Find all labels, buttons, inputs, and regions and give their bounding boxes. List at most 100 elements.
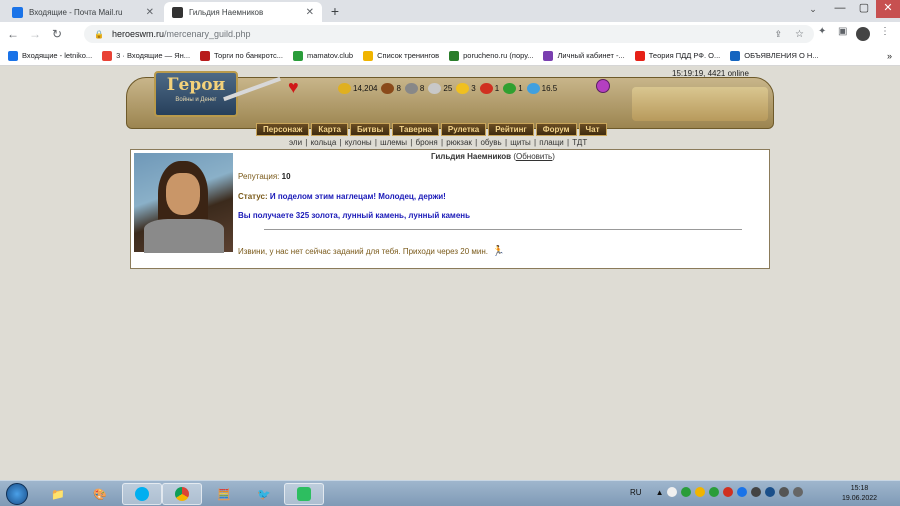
bookmark-item[interactable]: mamatov.club xyxy=(292,50,353,61)
guild-panel: Гильдия Наемников (Обновить) Репутация: … xyxy=(130,149,770,269)
bookmark-favicon xyxy=(102,50,113,61)
resource-gems: 1 xyxy=(503,82,523,94)
language-indicator[interactable]: RU xyxy=(630,488,642,497)
extensions-icon[interactable]: ✦ xyxy=(818,26,826,37)
bookmark-label: ОБЪЯВЛЕНИЯ О Н... xyxy=(744,51,819,60)
mercury-icon xyxy=(428,82,442,94)
address-bar[interactable]: 🔒 heroeswm.ru /mercenary_guild.php ⇪ ☆ xyxy=(84,25,814,43)
bookmark-item[interactable]: Теория ПДД РФ. О... xyxy=(634,50,720,61)
heart-icon[interactable]: ♥ xyxy=(288,77,299,98)
bookmark-item[interactable]: Личный кабинет -... xyxy=(543,50,625,61)
tray-app-icon[interactable] xyxy=(695,487,706,497)
tray-app-icon[interactable] xyxy=(765,487,776,497)
bookmark-item[interactable]: 3 · Входящие — Ян... xyxy=(102,50,190,61)
bookmark-item[interactable]: Входящие - letniko... xyxy=(8,50,92,61)
resource-value: 8 xyxy=(396,83,401,93)
url-path: /mercenary_guild.php xyxy=(164,29,251,39)
refresh-link[interactable]: Обновить xyxy=(516,152,552,161)
tray-expand-icon[interactable]: ▲ xyxy=(656,488,664,497)
share-icon[interactable]: ⇪ xyxy=(774,29,782,40)
resource-crystal: 1 xyxy=(479,82,499,94)
logo-title: Герои xyxy=(166,75,226,95)
tray-app-icon[interactable] xyxy=(737,487,748,497)
submenu-item[interactable]: шлемы xyxy=(380,138,407,147)
submenu-item[interactable]: плащи xyxy=(539,138,564,147)
menu-chat[interactable]: Чат xyxy=(578,123,607,136)
tray-app-icon[interactable] xyxy=(681,487,692,497)
menu-map[interactable]: Карта xyxy=(311,123,348,136)
tray-app-icon[interactable] xyxy=(723,487,734,497)
portrait-face xyxy=(166,173,200,215)
back-icon[interactable]: ← xyxy=(4,27,22,41)
avatar[interactable] xyxy=(856,27,870,41)
sidepanel-icon[interactable]: ▣ xyxy=(838,26,847,37)
reload-icon[interactable]: ↻ xyxy=(48,27,66,41)
tray-app-icon[interactable] xyxy=(667,487,678,497)
resource-value: 25 xyxy=(443,83,453,93)
menu-rating[interactable]: Рейтинг xyxy=(488,123,534,136)
start-button[interactable] xyxy=(6,483,28,505)
tab-search-button[interactable]: ⌄ xyxy=(805,4,821,18)
bookmark-item[interactable]: porucheno.ru (пору... xyxy=(449,50,534,61)
running-man-icon: 🏃 xyxy=(492,246,505,257)
minimize-button[interactable]: — xyxy=(828,0,852,18)
menu-forum[interactable]: Форум xyxy=(535,123,577,136)
close-icon[interactable]: ✕ xyxy=(306,7,314,18)
resource-value: 16.5 xyxy=(541,83,558,93)
menu-battles[interactable]: Битвы xyxy=(349,123,391,136)
menu-character[interactable]: Персонаж xyxy=(256,123,310,136)
page-title: Гильдия Наемников (Обновить) xyxy=(431,152,555,161)
submenu-item[interactable]: эли xyxy=(289,138,302,147)
guild-master-portrait xyxy=(134,153,233,253)
close-icon[interactable]: ✕ xyxy=(146,7,154,18)
lock-icon[interactable]: 🔒 xyxy=(94,30,104,39)
network-icon[interactable] xyxy=(779,487,790,497)
main-menu: Персонаж Карта Битвы Таверна Рулетка Рей… xyxy=(256,123,609,136)
skype-icon[interactable] xyxy=(122,483,162,505)
game-header: Герои Войны и Денег ♥ 14,204 8 8 25 3 1 … xyxy=(126,69,774,136)
tab-strip: Входящие - Почта Mail.ru ✕ Гильдия Наемн… xyxy=(0,0,900,22)
evernote-icon[interactable] xyxy=(284,483,324,505)
status-label: Статус: xyxy=(238,192,268,201)
submenu: эли | кольца | кулоны | шлемы | броня | … xyxy=(289,138,588,147)
bookmark-item[interactable]: ОБЪЯВЛЕНИЯ О Н... xyxy=(730,50,819,61)
volume-icon[interactable] xyxy=(793,487,804,497)
bookmark-favicon xyxy=(363,50,374,61)
resource-value: 14,204 xyxy=(353,83,378,93)
submenu-item[interactable]: броня xyxy=(416,138,438,147)
paint-icon[interactable]: 🎨 xyxy=(80,483,120,505)
resource-value: 3 xyxy=(471,83,476,93)
submenu-item[interactable]: обувь xyxy=(480,138,501,147)
bookmark-label: porucheno.ru (пору... xyxy=(463,51,534,60)
bookmarks-more-button[interactable]: » xyxy=(887,51,892,61)
tray-app-icon[interactable] xyxy=(709,487,720,497)
bookmark-item[interactable]: Торги по банкротс... xyxy=(200,50,283,61)
chrome-icon[interactable] xyxy=(162,483,202,505)
potion-icon[interactable] xyxy=(596,79,610,93)
menu-tavern[interactable]: Таверна xyxy=(392,123,439,136)
system-tray: RU ▲ xyxy=(630,487,804,497)
bookmark-item[interactable]: Список тренингов xyxy=(363,50,439,61)
close-window-button[interactable]: ✕ xyxy=(876,0,900,18)
game-logo[interactable]: Герои Войны и Денег xyxy=(154,71,238,117)
resource-ore: 8 xyxy=(404,82,424,94)
tab-mercenary-guild[interactable]: Гильдия Наемников ✕ xyxy=(164,2,322,22)
forward-icon[interactable]: → xyxy=(26,27,44,41)
new-tab-button[interactable]: + xyxy=(326,4,344,20)
submenu-item[interactable]: щиты xyxy=(510,138,530,147)
star-icon[interactable]: ☆ xyxy=(795,29,804,40)
submenu-item[interactable]: кулоны xyxy=(345,138,372,147)
clock[interactable]: 15:18 19.06.2022 xyxy=(842,484,877,504)
submenu-item[interactable]: рюкзак xyxy=(446,138,472,147)
menu-roulette[interactable]: Рулетка xyxy=(440,123,487,136)
menu-icon[interactable]: ⋮ xyxy=(880,26,890,37)
calculator-icon[interactable]: 🧮 xyxy=(204,483,244,505)
explorer-icon[interactable]: 📁 xyxy=(38,483,78,505)
maximize-button[interactable]: ▢ xyxy=(852,0,876,18)
bird-app-icon[interactable]: 🐦 xyxy=(244,483,284,505)
bookmark-favicon xyxy=(8,50,18,61)
tab-mail[interactable]: Входящие - Почта Mail.ru ✕ xyxy=(4,2,162,22)
submenu-item[interactable]: ТДТ xyxy=(572,138,587,147)
tray-app-icon[interactable] xyxy=(751,487,762,497)
submenu-item[interactable]: кольца xyxy=(311,138,337,147)
